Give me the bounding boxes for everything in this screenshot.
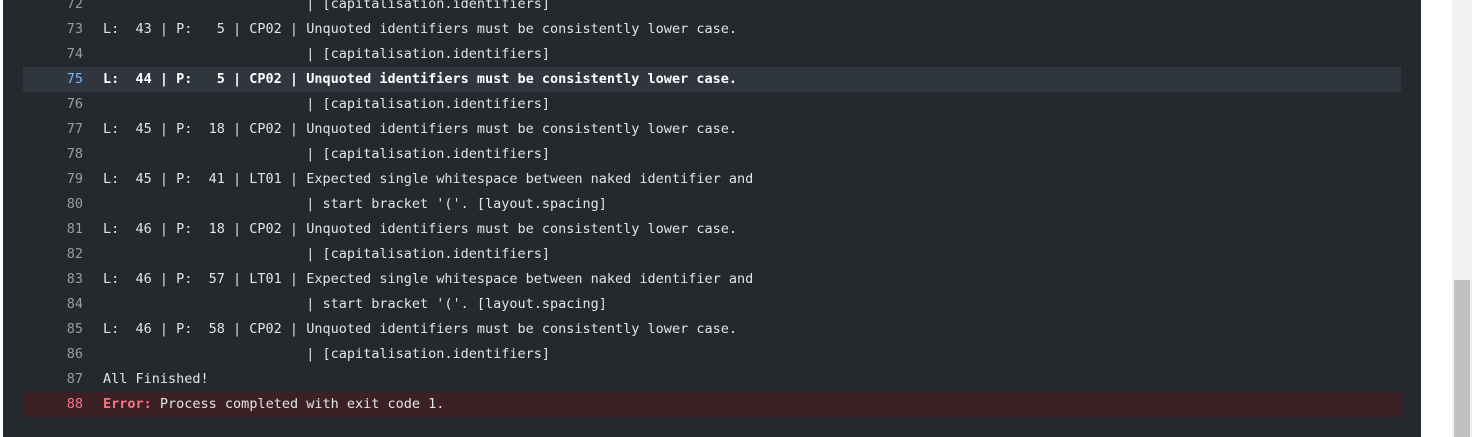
log-line[interactable]: 82 | [capitalisation.identifiers] (23, 242, 1401, 267)
log-line[interactable]: 74 | [capitalisation.identifiers] (23, 42, 1401, 67)
line-number[interactable]: 77 (23, 117, 103, 142)
line-text: | [capitalisation.identifiers] (103, 346, 551, 362)
log-line-error[interactable]: 88 Error: Process completed with exit cod… (23, 392, 1401, 417)
line-number[interactable]: 83 (23, 267, 103, 292)
line-text: Error: Process completed with exit code … (103, 392, 444, 417)
line-text: L: 46 | P: 18 | CP02 | Unquoted identifi… (103, 221, 737, 237)
error-message: Process completed with exit code 1. (151, 396, 445, 412)
log-line[interactable]: 72 | [capitalisation.identifiers] (23, 0, 1401, 17)
log-lines: 72 | [capitalisation.identifiers] 73 L: 4… (23, 0, 1401, 417)
line-text: | [capitalisation.identifiers] (103, 46, 551, 62)
line-text: L: 43 | P: 5 | CP02 | Unquoted identifie… (103, 21, 737, 37)
line-text: L: 46 | P: 57 | LT01 | Expected single w… (103, 271, 754, 287)
log-line-highlighted[interactable]: 75 L: 44 | P: 5 | CP02 | Unquoted identif… (23, 67, 1401, 92)
line-text: L: 44 | P: 5 | CP02 | Unquoted identifie… (103, 71, 737, 87)
line-number[interactable]: 75 (23, 67, 103, 92)
line-text: | start bracket '('. [layout.spacing] (103, 296, 607, 312)
line-number[interactable]: 82 (23, 242, 103, 267)
log-line[interactable]: 84 | start bracket '('. [layout.spacing] (23, 292, 1401, 317)
line-text: L: 45 | P: 41 | LT01 | Expected single w… (103, 171, 754, 187)
page: 72 | [capitalisation.identifiers] 73 L: 4… (0, 0, 1472, 437)
line-text: | [capitalisation.identifiers] (103, 246, 551, 262)
line-number[interactable]: 79 (23, 167, 103, 192)
line-text: | start bracket '('. [layout.spacing] (103, 196, 607, 212)
line-text: All Finished! (103, 371, 209, 387)
line-text: | [capitalisation.identifiers] (103, 0, 551, 12)
line-number[interactable]: 80 (23, 192, 103, 217)
error-label: Error: (103, 396, 152, 412)
line-number[interactable]: 72 (23, 0, 103, 17)
log-line[interactable]: 87 All Finished! (23, 367, 1401, 392)
line-number[interactable]: 86 (23, 342, 103, 367)
log-console: 72 | [capitalisation.identifiers] 73 L: 4… (3, 0, 1421, 437)
line-number[interactable]: 87 (23, 367, 103, 392)
log-line[interactable]: 86 | [capitalisation.identifiers] (23, 342, 1401, 367)
line-text: L: 46 | P: 58 | CP02 | Unquoted identifi… (103, 321, 737, 337)
line-number[interactable]: 84 (23, 292, 103, 317)
line-number[interactable]: 74 (23, 42, 103, 67)
log-line[interactable]: 77 L: 45 | P: 18 | CP02 | Unquoted identi… (23, 117, 1401, 142)
line-text: L: 45 | P: 18 | CP02 | Unquoted identifi… (103, 121, 737, 137)
line-text: | [capitalisation.identifiers] (103, 96, 551, 112)
line-number[interactable]: 78 (23, 142, 103, 167)
log-line[interactable]: 76 | [capitalisation.identifiers] (23, 92, 1401, 117)
log-line[interactable]: 85 L: 46 | P: 58 | CP02 | Unquoted identi… (23, 317, 1401, 342)
log-line[interactable]: 81 L: 46 | P: 18 | CP02 | Unquoted identi… (23, 217, 1401, 242)
log-line[interactable]: 79 L: 45 | P: 41 | LT01 | Expected single… (23, 167, 1401, 192)
log-line[interactable]: 83 L: 46 | P: 57 | LT01 | Expected single… (23, 267, 1401, 292)
scrollbar-thumb[interactable] (1454, 280, 1470, 437)
log-line[interactable]: 80 | start bracket '('. [layout.spacing] (23, 192, 1401, 217)
line-number[interactable]: 76 (23, 92, 103, 117)
log-line[interactable]: 78 | [capitalisation.identifiers] (23, 142, 1401, 167)
log-line[interactable]: 73 L: 43 | P: 5 | CP02 | Unquoted identif… (23, 17, 1401, 42)
line-number[interactable]: 73 (23, 17, 103, 42)
line-number[interactable]: 81 (23, 217, 103, 242)
line-number[interactable]: 88 (23, 392, 103, 417)
line-text: | [capitalisation.identifiers] (103, 146, 551, 162)
line-number[interactable]: 85 (23, 317, 103, 342)
